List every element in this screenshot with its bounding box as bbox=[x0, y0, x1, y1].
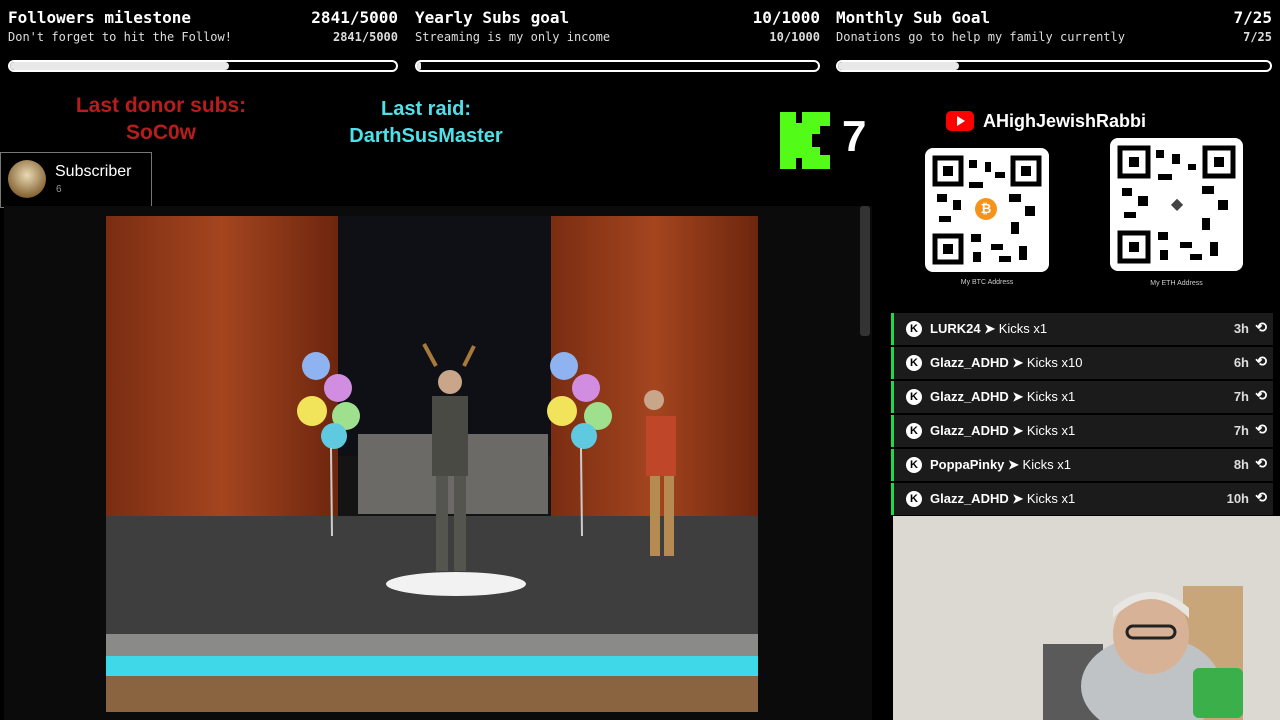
goal-progress-fill bbox=[838, 62, 959, 70]
game-stage-scene bbox=[106, 216, 758, 712]
goal-count: 7/25 bbox=[1233, 8, 1272, 27]
list-item: K PoppaPinky ➤ Kicks x1 8h ⟲ bbox=[891, 449, 1273, 481]
kick-time: 10h bbox=[1226, 491, 1249, 506]
goal-subtitle: Donations go to help my family currently bbox=[836, 30, 1125, 44]
repeat-icon[interactable]: ⟲ bbox=[1255, 489, 1267, 506]
last-raid-panel: Last raid: DarthSusMaster bbox=[310, 96, 542, 150]
goal-count-small: 7/25 bbox=[1243, 30, 1272, 44]
ethereum-icon: ◆ bbox=[1166, 194, 1188, 216]
last-raid-label: Last raid: bbox=[380, 98, 472, 120]
list-item: K Glazz_ADHD ➤ Kicks x1 7h ⟲ bbox=[891, 381, 1273, 413]
kick-time: 7h bbox=[1233, 389, 1249, 404]
stage-illustration bbox=[106, 216, 758, 712]
kick-time: 3h bbox=[1233, 321, 1249, 336]
kick-amount: Kicks x1 bbox=[1026, 389, 1076, 404]
repeat-icon[interactable]: ⟲ bbox=[1255, 387, 1267, 404]
subscriber-count: 6 bbox=[56, 184, 62, 195]
eth-address-label: My ETH Address bbox=[1150, 280, 1203, 287]
goal-progress-bar bbox=[8, 60, 398, 72]
avatar bbox=[8, 160, 46, 198]
kick-logo-icon bbox=[780, 112, 830, 169]
followers-goal: Followers milestone 2841/5000 Don't forg… bbox=[0, 0, 402, 82]
repeat-icon[interactable]: ⟲ bbox=[1255, 455, 1267, 472]
list-item: K Glazz_ADHD ➤ Kicks x1 10h ⟲ bbox=[891, 483, 1273, 515]
kick-time: 7h bbox=[1233, 423, 1249, 438]
goal-title: Yearly Subs goal bbox=[415, 8, 570, 27]
scrollbar[interactable] bbox=[860, 206, 870, 336]
kick-coin-icon: K bbox=[906, 457, 922, 473]
repeat-icon[interactable]: ⟲ bbox=[1255, 421, 1267, 438]
kick-amount: Kicks x1 bbox=[998, 321, 1048, 336]
last-donor-panel: Last donor subs: SoC0w bbox=[30, 92, 292, 146]
goal-subtitle: Streaming is my only income bbox=[415, 30, 611, 44]
goal-title: Monthly Sub Goal bbox=[836, 8, 991, 27]
btc-qr-code: ₿ bbox=[925, 148, 1049, 272]
last-donor-name: SoC0w bbox=[125, 121, 196, 144]
webcam-scene bbox=[893, 516, 1280, 720]
list-item: K LURK24 ➤ Kicks x1 3h ⟲ bbox=[891, 313, 1273, 345]
eth-qr-code: ◆ bbox=[1110, 138, 1243, 271]
kick-amount: Kicks x10 bbox=[1026, 355, 1083, 370]
kick-coin-icon: K bbox=[906, 491, 922, 507]
goal-count-small: 10/1000 bbox=[769, 30, 820, 44]
kick-entry: PoppaPinky ➤ Kicks x1 bbox=[930, 457, 1071, 472]
kicks-feed: K LURK24 ➤ Kicks x1 3h ⟲ K Glazz_ADHD ➤ … bbox=[891, 313, 1273, 517]
list-item: K Glazz_ADHD ➤ Kicks x10 6h ⟲ bbox=[891, 347, 1273, 379]
kick-coin-icon: K bbox=[906, 423, 922, 439]
kick-amount: Kicks x1 bbox=[1026, 423, 1076, 438]
goal-count: 2841/5000 bbox=[311, 8, 398, 27]
kick-user: Glazz_ADHD bbox=[930, 491, 1009, 506]
kick-amount: Kicks x1 bbox=[1022, 457, 1071, 472]
goal-count-small: 2841/5000 bbox=[332, 30, 398, 44]
subscriber-alert: Subscriber 6 bbox=[0, 152, 152, 208]
goal-progress-fill bbox=[10, 62, 230, 70]
monthly-sub-goal: Monthly Sub Goal 7/25 Donations go to he… bbox=[828, 0, 1276, 82]
goal-subtitle: Don't forget to hit the Follow! bbox=[8, 30, 232, 44]
kick-entry: Glazz_ADHD ➤ Kicks x10 bbox=[930, 355, 1083, 370]
btc-address-label: My BTC Address bbox=[960, 279, 1014, 286]
goal-title: Followers milestone bbox=[8, 8, 192, 27]
yearly-subs-goal: Yearly Subs goal 10/1000 Streaming is my… bbox=[407, 0, 824, 82]
kick-user: LURK24 bbox=[930, 321, 981, 336]
goal-progress-fill bbox=[417, 62, 421, 70]
repeat-icon[interactable]: ⟲ bbox=[1255, 353, 1267, 370]
last-donor-label: Last donor subs: bbox=[75, 94, 247, 117]
youtube-icon bbox=[946, 111, 974, 131]
kick-entry: Glazz_ADHD ➤ Kicks x1 bbox=[930, 389, 1076, 404]
webcam-feed bbox=[893, 516, 1280, 720]
kick-coin-icon: K bbox=[906, 389, 922, 405]
subscriber-label: Subscriber bbox=[55, 163, 132, 180]
kick-time: 6h bbox=[1233, 355, 1249, 370]
kick-counter-value: 7 bbox=[842, 112, 867, 161]
kick-entry: LURK24 ➤ Kicks x1 bbox=[930, 321, 1048, 336]
bitcoin-icon: ₿ bbox=[975, 198, 997, 220]
kick-user: Glazz_ADHD bbox=[930, 423, 1009, 438]
goal-progress-bar bbox=[836, 60, 1272, 72]
kick-entry: Glazz_ADHD ➤ Kicks x1 bbox=[930, 491, 1076, 506]
youtube-channel-name: AHighJewishRabbi bbox=[983, 110, 1147, 131]
kick-user: PoppaPinky bbox=[930, 457, 1005, 472]
kick-amount: Kicks x1 bbox=[1026, 491, 1076, 506]
kick-coin-icon: K bbox=[906, 321, 922, 337]
kick-user: Glazz_ADHD bbox=[930, 389, 1009, 404]
kick-coin-icon: K bbox=[906, 355, 922, 371]
goal-count: 10/1000 bbox=[752, 8, 820, 27]
kick-user: Glazz_ADHD bbox=[930, 355, 1009, 370]
kick-time: 8h bbox=[1233, 457, 1249, 472]
goal-progress-bar bbox=[415, 60, 820, 72]
list-item: K Glazz_ADHD ➤ Kicks x1 7h ⟲ bbox=[891, 415, 1273, 447]
last-raid-name: DarthSusMaster bbox=[349, 125, 503, 147]
youtube-channel: AHighJewishRabbi bbox=[946, 109, 1146, 133]
kick-entry: Glazz_ADHD ➤ Kicks x1 bbox=[930, 423, 1076, 438]
repeat-icon[interactable]: ⟲ bbox=[1255, 319, 1267, 336]
